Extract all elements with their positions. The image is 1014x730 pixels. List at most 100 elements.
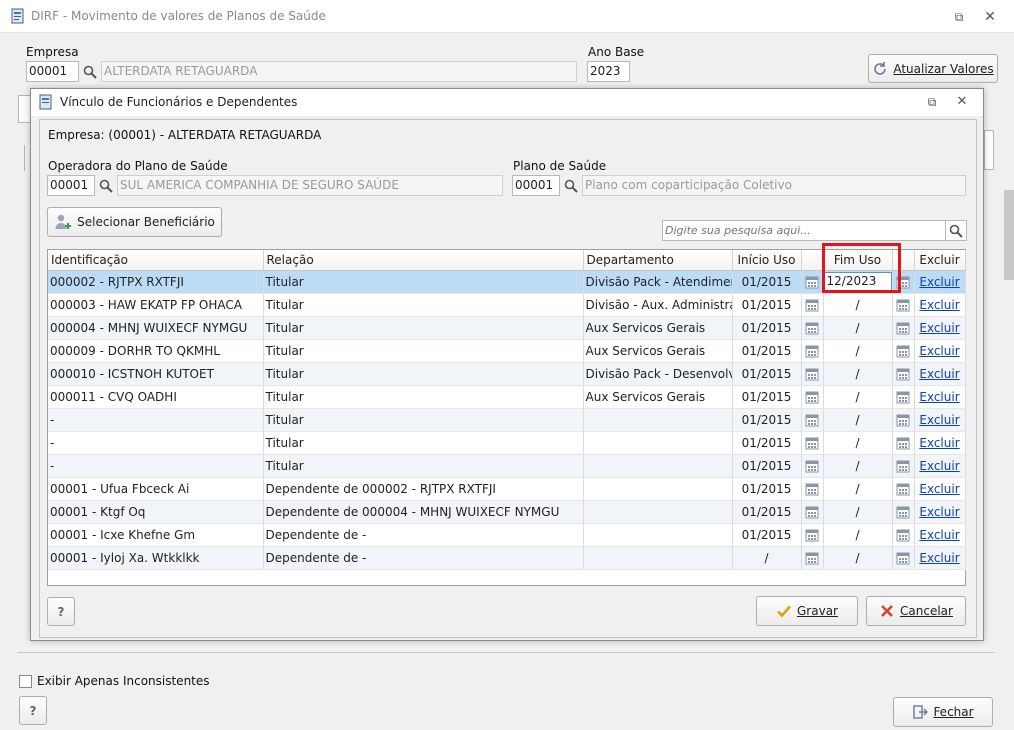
selecionar-beneficiario-button[interactable]: Selecionar Beneficiário [47,207,222,237]
fim-uso-cell[interactable]: / [823,546,893,570]
calendar-icon[interactable] [892,339,915,363]
calendar-icon[interactable] [892,454,915,478]
table-row[interactable]: 00001 - Ufua Fbceck Ai Dependente de 0000… [48,477,966,501]
excluir-link[interactable]: Excluir [919,482,959,496]
inicio-uso-cell[interactable]: 01/2015 [732,385,802,409]
fim-uso-cell[interactable]: / [823,500,893,524]
excluir-link[interactable]: Excluir [919,459,959,473]
fim-uso-cell[interactable]: / [823,431,893,455]
calendar-icon[interactable] [801,408,824,432]
excluir-link[interactable]: Excluir [919,275,959,289]
calendar-icon[interactable] [801,316,824,340]
inicio-uso-cell[interactable]: 01/2015 [732,454,802,478]
ano-base-input[interactable]: 2023 [587,61,630,82]
calendar-icon[interactable] [801,523,824,547]
fim-uso-editor[interactable]: 12/2023 [823,272,891,291]
exibir-inconsistentes-checkbox[interactable] [19,675,32,688]
inicio-uso-cell[interactable]: 01/2015 [732,500,802,524]
excluir-link[interactable]: Excluir [919,528,959,542]
inicio-uso-cell[interactable]: / [732,546,802,570]
table-row[interactable]: 000009 - DORHR TO QKMHL Titular Aux Servic… [48,339,966,363]
calendar-icon[interactable] [892,270,915,294]
calendar-icon[interactable] [801,362,824,386]
gravar-button[interactable]: Gravar [756,596,858,626]
col-inicio-uso[interactable]: Início Uso [732,250,802,271]
excluir-link[interactable]: Excluir [919,344,959,358]
inicio-uso-cell[interactable]: 01/2015 [732,270,802,294]
excluir-link[interactable]: Excluir [919,390,959,404]
grid-search-icon[interactable] [945,220,967,241]
excluir-link[interactable]: Excluir [919,321,959,335]
table-row[interactable]: 000011 - CVQ OADHI Titular Aux Servicos Ge… [48,385,966,409]
operadora-code-input[interactable]: 00001 [47,175,95,196]
plano-search-icon[interactable] [560,175,582,196]
inicio-uso-cell[interactable]: 01/2015 [732,408,802,432]
calendar-icon[interactable] [801,293,824,317]
inicio-uso-cell[interactable]: 01/2015 [732,293,802,317]
col-departamento[interactable]: Departamento [583,250,733,271]
col-excluir[interactable]: Excluir [914,250,966,271]
fim-uso-cell[interactable]: / [823,385,893,409]
inicio-uso-cell[interactable]: 01/2015 [732,477,802,501]
restore-icon[interactable]: ⧉ [950,8,968,26]
calendar-icon[interactable] [892,362,915,386]
search-input[interactable] [662,220,946,241]
table-row[interactable]: - Titular 01/2015 / Excluir [48,408,966,432]
calendar-icon[interactable] [801,546,824,570]
fim-uso-cell[interactable]: / [823,339,893,363]
calendar-icon[interactable] [892,408,915,432]
table-row[interactable]: 000004 - MHNJ WUIXECF NYMGU Titular Aux Se… [48,316,966,340]
fim-uso-cell[interactable]: / [823,523,893,547]
dialog-restore-icon[interactable]: ⧉ [923,93,941,111]
calendar-icon[interactable] [892,431,915,455]
fim-uso-cell[interactable]: / [823,362,893,386]
excluir-link[interactable]: Excluir [919,413,959,427]
table-row[interactable]: 000002 - RJTPX RXTFJI Titular Divisão Pack… [48,270,966,294]
window-scrollbar[interactable] [1004,190,1014,280]
main-help-button[interactable]: ? [19,696,47,725]
empresa-code-input[interactable]: 00001 [26,61,79,82]
cancelar-button[interactable]: Cancelar [866,596,966,626]
calendar-icon[interactable] [801,454,824,478]
table-row[interactable]: - Titular 01/2015 / Excluir [48,454,966,478]
dialog-close-icon[interactable]: ✕ [953,93,971,111]
calendar-icon[interactable] [801,270,824,294]
fim-uso-cell[interactable]: / [823,477,893,501]
col-relacao[interactable]: Relação [263,250,584,271]
calendar-icon[interactable] [892,500,915,524]
calendar-icon[interactable] [892,316,915,340]
calendar-icon[interactable] [801,431,824,455]
excluir-link[interactable]: Excluir [919,505,959,519]
calendar-icon[interactable] [892,293,915,317]
calendar-icon[interactable] [801,477,824,501]
plano-code-input[interactable]: 00001 [512,175,560,196]
table-row[interactable]: 00001 - Iyloj Xa. Wtkklkk Dependente de -… [48,546,966,570]
table-row[interactable]: 000010 - ICSTNOH KUTOET Titular Divisão Pa… [48,362,966,386]
excluir-link[interactable]: Excluir [919,551,959,565]
calendar-icon[interactable] [892,385,915,409]
excluir-link[interactable]: Excluir [919,367,959,381]
table-row[interactable]: - Titular 01/2015 / Excluir [48,431,966,455]
fechar-button[interactable]: Fechar [893,697,993,727]
operadora-search-icon[interactable] [95,175,117,196]
inicio-uso-cell[interactable]: 01/2015 [732,431,802,455]
dialog-help-button[interactable]: ? [47,597,75,626]
calendar-icon[interactable] [892,546,915,570]
fim-uso-cell[interactable]: 12/2023 [823,270,893,294]
calendar-icon[interactable] [801,339,824,363]
col-identificacao[interactable]: Identificação [48,250,264,271]
table-row[interactable]: 000003 - HAW EKATP FP OHACA Titular Divisã… [48,293,966,317]
close-icon[interactable]: ✕ [981,8,999,26]
inicio-uso-cell[interactable]: 01/2015 [732,339,802,363]
empresa-search-icon[interactable] [79,61,101,82]
fim-uso-cell[interactable]: / [823,454,893,478]
atualizar-valores-button[interactable]: Atualizar Valores [868,54,998,83]
excluir-link[interactable]: Excluir [919,298,959,312]
table-row[interactable]: 00001 - Icxe Khefne Gm Dependente de - 01/… [48,523,966,547]
calendar-icon[interactable] [801,385,824,409]
excluir-link[interactable]: Excluir [919,436,959,450]
calendar-icon[interactable] [892,523,915,547]
fim-uso-cell[interactable]: / [823,316,893,340]
inicio-uso-cell[interactable]: 01/2015 [732,362,802,386]
col-fim-uso[interactable]: Fim Uso [823,250,893,271]
